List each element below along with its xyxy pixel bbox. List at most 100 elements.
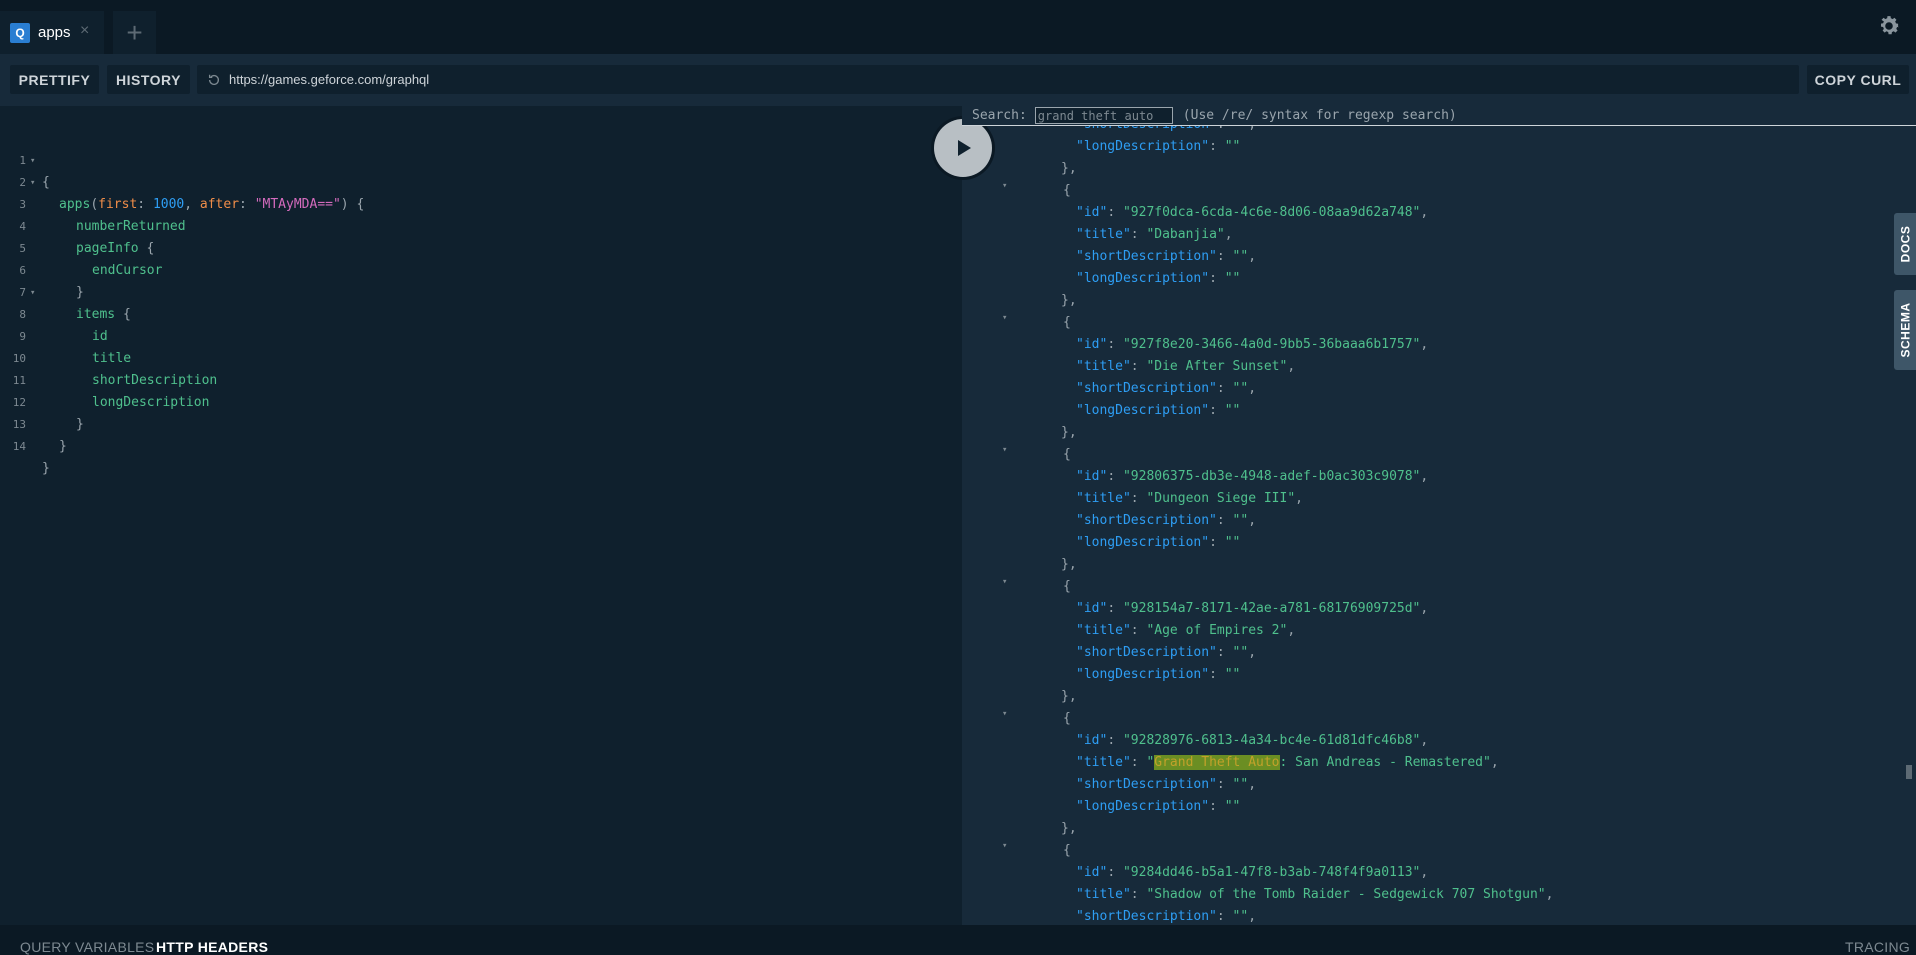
result-scrollbar[interactable]	[1906, 765, 1912, 779]
footer: QUERY VARIABLES HTTP HEADERS TRACING	[0, 925, 1916, 955]
close-icon[interactable]: ×	[80, 23, 89, 39]
code-line: 4 pageInfo {	[0, 194, 154, 256]
json-key: "shortDescription"	[1076, 513, 1217, 528]
result-search-bar: Search: (Use /re/ syntax for regexp sear…	[962, 106, 1916, 126]
result-line: "title": "Shadow of the Tomb Raider - Se…	[1076, 884, 1553, 906]
code-line: 14 }	[0, 414, 50, 476]
history-button[interactable]: HISTORY	[107, 65, 190, 94]
endpoint-url-field[interactable]: https://games.geforce.com/graphql	[197, 65, 1799, 94]
comma: ,	[1224, 227, 1233, 242]
brace: {	[1063, 579, 1071, 594]
prettify-button[interactable]: PRETTIFY	[10, 65, 99, 94]
result-line: "title": "Age of Empires 2",	[1076, 620, 1295, 642]
colon: :	[1107, 337, 1123, 352]
colon: :	[1130, 491, 1147, 506]
tab-bar: Q apps × +	[0, 0, 1916, 54]
brace: }	[76, 417, 84, 432]
fold-arrow-icon[interactable]: ▾	[1002, 841, 1007, 851]
comma: ,	[1420, 601, 1429, 616]
brace: {	[115, 307, 131, 322]
json-key: "longDescription"	[1076, 667, 1210, 682]
tab-apps[interactable]: Q apps ×	[0, 11, 104, 54]
gear-icon[interactable]	[1876, 13, 1902, 39]
brace: {	[1063, 711, 1071, 726]
copy-curl-button[interactable]: COPY CURL	[1807, 65, 1909, 94]
fold-arrow-icon[interactable]: ▾	[1002, 181, 1007, 191]
tab-label: apps	[38, 24, 71, 41]
schema-tab[interactable]: SCHEMA	[1894, 290, 1916, 370]
code-line: 8 id	[0, 282, 107, 344]
query-variables-tab[interactable]: QUERY VARIABLES	[20, 939, 154, 955]
comma: ,	[1287, 623, 1296, 638]
json-value: ""	[1224, 667, 1241, 682]
paren: ) {	[340, 197, 365, 212]
query-field: pageInfo	[76, 241, 139, 256]
colon: :	[1216, 249, 1233, 264]
json-key: "shortDescription"	[1076, 381, 1217, 396]
colon: :	[1107, 205, 1123, 220]
json-key: "longDescription"	[1076, 139, 1210, 154]
json-value: "928154a7-8171-42ae-a781-68176909725d"	[1122, 601, 1421, 616]
http-headers-tab[interactable]: HTTP HEADERS	[156, 939, 268, 955]
search-match-highlight: Grand Theft Auto	[1154, 755, 1280, 770]
search-input[interactable]	[1034, 107, 1173, 124]
colon: :	[1209, 403, 1225, 418]
fold-arrow-icon[interactable]: ▾	[1002, 313, 1007, 323]
comma: ,	[1248, 381, 1257, 396]
query-field: longDescription	[92, 395, 210, 410]
json-key: "title"	[1076, 623, 1131, 638]
colon: :	[1216, 777, 1233, 792]
json-key: "id"	[1076, 601, 1108, 616]
query-field: title	[92, 351, 132, 366]
json-key: "title"	[1076, 491, 1131, 506]
query-field: numberReturned	[76, 219, 186, 234]
brace: },	[1061, 689, 1077, 704]
query-field: endCursor	[92, 263, 163, 278]
code-line: 13 }	[0, 392, 67, 454]
query-editor[interactable]: 1 ▾ { 2 ▾ apps(first: 1000, after: "MTAyMD…	[0, 106, 962, 925]
result-line: "longDescription": ""	[1076, 664, 1240, 686]
query-field: items	[76, 307, 116, 322]
docs-tab[interactable]: DOCS	[1894, 213, 1916, 275]
result-line: {	[1063, 840, 1071, 862]
colon: :	[1209, 139, 1225, 154]
result-line: "shortDescription": "",	[1076, 246, 1256, 268]
json-key: "longDescription"	[1076, 403, 1210, 418]
fold-arrow-icon[interactable]: ▾	[1002, 445, 1007, 455]
comma: ,	[1248, 645, 1257, 660]
colon: :	[1216, 909, 1233, 924]
schema-tab-label: SCHEMA	[1898, 302, 1913, 358]
result-line: "shortDescription": "",	[1076, 906, 1256, 925]
search-label: Search:	[972, 108, 1027, 123]
json-key: "id"	[1076, 337, 1108, 352]
json-key: "id"	[1076, 865, 1108, 880]
reset-icon[interactable]	[207, 73, 221, 87]
fold-arrow-icon[interactable]: ▾	[1002, 577, 1007, 587]
brace: }	[42, 461, 50, 476]
colon: :	[1107, 469, 1123, 484]
brace: {	[1063, 315, 1071, 330]
json-value: "927f8e20-3466-4a0d-9bb5-36baaa6b1757"	[1122, 337, 1421, 352]
colon: :	[1130, 887, 1147, 902]
result-line: "longDescription": ""	[1076, 532, 1240, 554]
code-line: 5 endCursor	[0, 216, 162, 278]
brace: },	[1061, 821, 1077, 836]
comma: ,	[1420, 205, 1429, 220]
result-line: "shortDescription": "",	[1076, 378, 1256, 400]
colon: :	[1216, 513, 1233, 528]
brace: },	[1061, 293, 1077, 308]
comma: ,	[1420, 865, 1429, 880]
result-panel[interactable]: Search: (Use /re/ syntax for regexp sear…	[962, 106, 1916, 925]
json-key: "title"	[1076, 227, 1131, 242]
result-line: {	[1063, 312, 1071, 334]
play-icon	[958, 140, 971, 156]
brace: }	[76, 285, 84, 300]
brace: {	[1063, 183, 1071, 198]
json-key: "shortDescription"	[1076, 645, 1217, 660]
tracing-tab[interactable]: TRACING	[1845, 939, 1910, 955]
brace: {	[138, 241, 155, 256]
fold-arrow-icon[interactable]: ▾	[1002, 709, 1007, 719]
result-line: "longDescription": ""	[1076, 136, 1240, 158]
json-key: "id"	[1076, 733, 1108, 748]
new-tab-button[interactable]: +	[113, 11, 156, 54]
